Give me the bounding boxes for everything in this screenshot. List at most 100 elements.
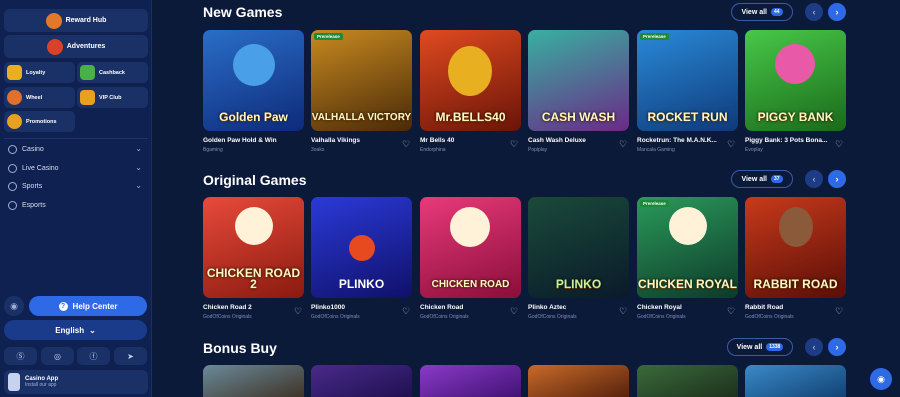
adventures-button[interactable]: Adventures	[4, 35, 148, 58]
telegram-icon: ➤	[127, 351, 134, 361]
game-provider: GodOfCoins Originals	[528, 314, 577, 320]
view-all-original-games-button[interactable]: View all 37	[731, 170, 793, 188]
game-provider: GodOfCoins Originals	[311, 314, 360, 320]
prev-button[interactable]: ‹	[805, 338, 823, 356]
game-card[interactable]	[311, 365, 412, 397]
nav-casino[interactable]: Casino ⌄	[4, 141, 148, 158]
game-art-title: PLINKO	[555, 277, 602, 291]
support-button[interactable]: ◉	[4, 296, 24, 316]
skype-button[interactable]: Ⓢ	[4, 347, 37, 365]
game-name[interactable]: Cash Wash Deluxe	[528, 137, 618, 144]
game-name[interactable]: Piggy Bank: 3 Pots Bona...	[745, 137, 835, 144]
game-card-chicken-road[interactable]: CHICKEN ROAD	[420, 197, 521, 298]
game-name[interactable]: Mr Bells 40	[420, 137, 510, 144]
nav-esports[interactable]: Esports	[4, 197, 148, 214]
heart-icon[interactable]: ♡	[619, 139, 627, 150]
section-title-bonus-buy: Bonus Buy	[203, 340, 277, 356]
heart-icon[interactable]: ♡	[294, 306, 302, 317]
gift-icon	[45, 12, 62, 29]
instagram-button[interactable]: ◎	[41, 347, 74, 365]
sidebar: Reward Hub Adventures Loyalty Cashback W…	[0, 0, 152, 397]
game-provider: GodOfCoins Originals	[745, 314, 794, 320]
game-name[interactable]: Chicken Road 2	[203, 304, 293, 311]
game-card-plinko1000[interactable]: PLINKO	[311, 197, 412, 298]
game-name[interactable]: Chicken Road	[420, 304, 510, 311]
game-name[interactable]: Chicken Royal	[637, 304, 727, 311]
heart-icon[interactable]: ♡	[402, 139, 410, 150]
next-button[interactable]: ›	[828, 170, 846, 188]
cashback-tile[interactable]: Cashback	[77, 62, 148, 83]
count-badge: 37	[771, 175, 783, 183]
game-name[interactable]: Plinko1000	[311, 304, 401, 311]
game-name[interactable]: Rocketrun: The M.A.N.K...	[637, 137, 727, 144]
wheel-icon	[7, 90, 22, 105]
heart-icon[interactable]: ♡	[727, 306, 735, 317]
nav-sports[interactable]: Sports ⌄	[4, 178, 148, 195]
game-name[interactable]: Plinko Aztec	[528, 304, 618, 311]
game-card-rocketrun[interactable]: Prerelease ROCKET RUN	[637, 30, 738, 131]
game-card[interactable]	[528, 365, 629, 397]
cash-icon	[80, 65, 95, 80]
view-all-new-games-button[interactable]: View all 44	[731, 3, 793, 21]
casino-app-banner[interactable]: Casino App Install our app	[4, 370, 148, 394]
promotions-tile[interactable]: Promotions	[4, 111, 75, 132]
heart-icon[interactable]: ♡	[835, 139, 843, 150]
game-card-plinko-aztec[interactable]: PLINKO	[528, 197, 629, 298]
game-card-mr-bells-40[interactable]: Mr.BELLS40	[420, 30, 521, 131]
game-name[interactable]: Valhalla Vikings	[311, 137, 401, 144]
skype-icon: Ⓢ	[16, 351, 25, 361]
heart-icon[interactable]: ♡	[835, 306, 843, 317]
prev-button[interactable]: ‹	[805, 170, 823, 188]
telegram-button[interactable]: ➤	[114, 347, 147, 365]
crown-icon	[7, 65, 22, 80]
game-card-valhalla-vikings[interactable]: Prerelease VALHALLA VICTORY	[311, 30, 412, 131]
game-art-title: CHICKEN ROAD	[431, 279, 510, 290]
game-name[interactable]: Rabbit Road	[745, 304, 835, 311]
instagram-icon: ◎	[54, 351, 61, 361]
reward-hub-button[interactable]: Reward Hub	[4, 9, 148, 32]
game-card-rabbit-road[interactable]: RABBIT ROAD	[745, 197, 846, 298]
app-subtitle: Install our app	[25, 382, 57, 388]
nav-sports-label: Sports	[22, 183, 43, 190]
game-card[interactable]	[420, 365, 521, 397]
live-casino-icon	[8, 164, 17, 173]
game-card[interactable]	[637, 365, 738, 397]
language-selector[interactable]: English ⌄	[4, 320, 147, 340]
live-chat-button[interactable]: ◉	[870, 368, 892, 390]
heart-icon[interactable]: ♡	[510, 139, 518, 150]
loyalty-tile[interactable]: Loyalty	[4, 62, 75, 83]
question-icon: ?	[58, 301, 68, 311]
nav-live-casino[interactable]: Live Casino ⌄	[4, 160, 148, 177]
cat-art	[233, 44, 275, 86]
chevron-left-icon: ‹	[812, 342, 816, 352]
vip-club-label: VIP Club	[99, 94, 122, 101]
game-card-golden-paw[interactable]: Golden Paw	[203, 30, 304, 131]
vip-club-tile[interactable]: VIP Club	[77, 87, 148, 108]
sports-icon	[8, 182, 17, 191]
game-provider: Evoplay	[745, 147, 763, 153]
prerelease-badge: Prerelease	[640, 200, 669, 207]
view-all-bonus-buy-button[interactable]: View all 1338	[727, 338, 793, 356]
facebook-button[interactable]: ⓕ	[77, 347, 110, 365]
game-card-chicken-royal[interactable]: Prerelease CHICKEN ROYAL	[637, 197, 738, 298]
wheel-tile[interactable]: Wheel	[4, 87, 75, 108]
view-all-label: View all	[736, 343, 763, 351]
game-card[interactable]	[745, 365, 846, 397]
help-center-button[interactable]: ? Help Center	[29, 296, 147, 316]
facebook-icon: ⓕ	[89, 351, 98, 361]
heart-icon[interactable]: ♡	[402, 306, 410, 317]
game-name[interactable]: Golden Paw Hold & Win	[203, 137, 293, 144]
heart-icon[interactable]: ♡	[510, 306, 518, 317]
next-button[interactable]: ›	[828, 3, 846, 21]
prev-button[interactable]: ‹	[805, 3, 823, 21]
game-card-piggy-bank[interactable]: PIGGY BANK	[745, 30, 846, 131]
heart-icon[interactable]: ♡	[727, 139, 735, 150]
view-all-label: View all	[741, 8, 767, 16]
chevron-down-icon: ⌄	[89, 325, 96, 335]
treasure-chest-icon	[80, 90, 95, 105]
next-button[interactable]: ›	[828, 338, 846, 356]
game-card-chicken-road-2[interactable]: CHICKEN ROAD 2	[203, 197, 304, 298]
game-card-cash-wash-deluxe[interactable]: CASH WASH	[528, 30, 629, 131]
heart-icon[interactable]: ♡	[619, 306, 627, 317]
game-card[interactable]	[203, 365, 304, 397]
